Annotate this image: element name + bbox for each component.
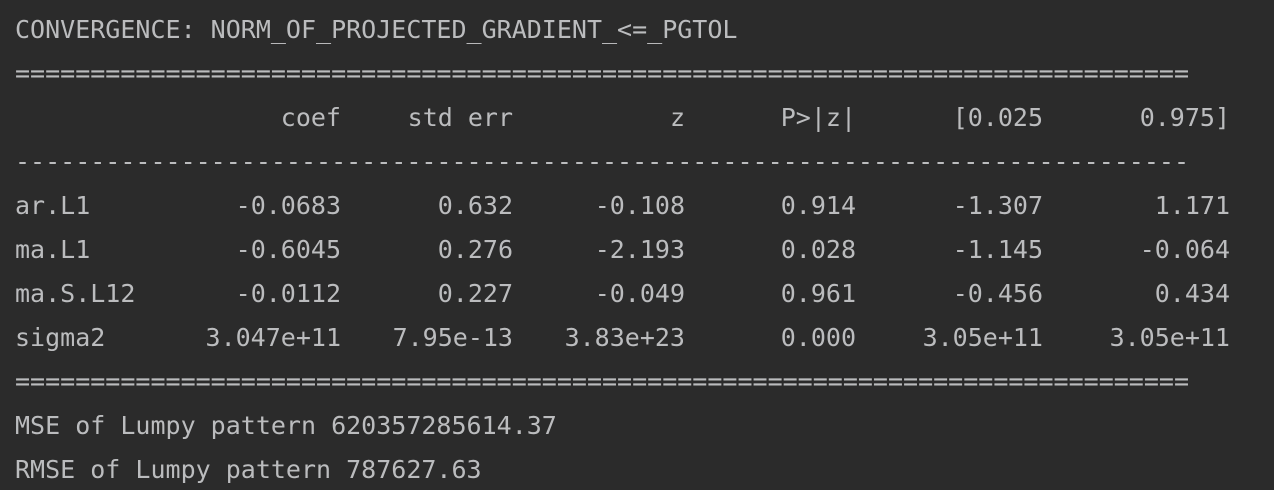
- cell-ci-upper: 1.171: [1154, 191, 1230, 220]
- table-row: sigma2 3.047e+11 7.95e-13 3.83e+23 0.000…: [0, 323, 1274, 353]
- cell-std-err: 7.95e-13: [392, 323, 513, 352]
- cell-std-err: 0.227: [437, 279, 513, 308]
- row-label: ma.L1: [15, 235, 91, 264]
- cell-p-value: 0.028: [780, 235, 856, 264]
- table-top-rule: ========================================…: [15, 59, 1189, 88]
- cell-ci-lower: -1.145: [952, 235, 1043, 264]
- mse-output-line: MSE of Lumpy pattern 620357285614.37: [15, 411, 557, 440]
- cell-coef: -0.0112: [235, 279, 341, 308]
- header-cell-z: z: [669, 103, 685, 132]
- cell-coef: 3.047e+11: [205, 323, 341, 352]
- cell-p-value: 0.000: [780, 323, 856, 352]
- cell-z: -0.049: [594, 279, 685, 308]
- cell-ci-upper: -0.064: [1139, 235, 1230, 264]
- table-bottom-rule: ========================================…: [15, 367, 1189, 396]
- row-label: ar.L1: [15, 191, 91, 220]
- cell-ci-lower: 3.05e+11: [922, 323, 1043, 352]
- cell-z: 3.83e+23: [564, 323, 685, 352]
- table-header-rule: ----------------------------------------…: [15, 147, 1189, 176]
- cell-ci-lower: -1.307: [952, 191, 1043, 220]
- cell-z: -2.193: [594, 235, 685, 264]
- console-output: CONVERGENCE: NORM_OF_PROJECTED_GRADIENT_…: [0, 0, 1274, 490]
- cell-std-err: 0.276: [437, 235, 513, 264]
- table-header-row: coef std err z P>|z| [0.025 0.975]: [0, 103, 1274, 133]
- table-row: ma.S.L12 -0.0112 0.227 -0.049 0.961 -0.4…: [0, 279, 1274, 309]
- cell-p-value: 0.961: [780, 279, 856, 308]
- table-row: ma.L1 -0.6045 0.276 -2.193 0.028 -1.145 …: [0, 235, 1274, 265]
- header-cell-coef: coef: [280, 103, 341, 132]
- convergence-message: CONVERGENCE: NORM_OF_PROJECTED_GRADIENT_…: [15, 15, 738, 44]
- cell-coef: -0.6045: [235, 235, 341, 264]
- table-row: ar.L1 -0.0683 0.632 -0.108 0.914 -1.307 …: [0, 191, 1274, 221]
- cell-ci-upper: 3.05e+11: [1109, 323, 1230, 352]
- cell-p-value: 0.914: [780, 191, 856, 220]
- header-cell-ci-lower: [0.025: [952, 103, 1043, 132]
- header-cell-ci-upper: 0.975]: [1139, 103, 1230, 132]
- cell-std-err: 0.632: [437, 191, 513, 220]
- row-label: sigma2: [15, 323, 106, 352]
- header-cell-std-err: std err: [407, 103, 513, 132]
- cell-z: -0.108: [594, 191, 685, 220]
- cell-ci-upper: 0.434: [1154, 279, 1230, 308]
- cell-coef: -0.0683: [235, 191, 341, 220]
- rmse-output-line: RMSE of Lumpy pattern 787627.63: [15, 455, 482, 484]
- cell-ci-lower: -0.456: [952, 279, 1043, 308]
- header-cell-p-value: P>|z|: [780, 103, 856, 132]
- row-label: ma.S.L12: [15, 279, 136, 308]
